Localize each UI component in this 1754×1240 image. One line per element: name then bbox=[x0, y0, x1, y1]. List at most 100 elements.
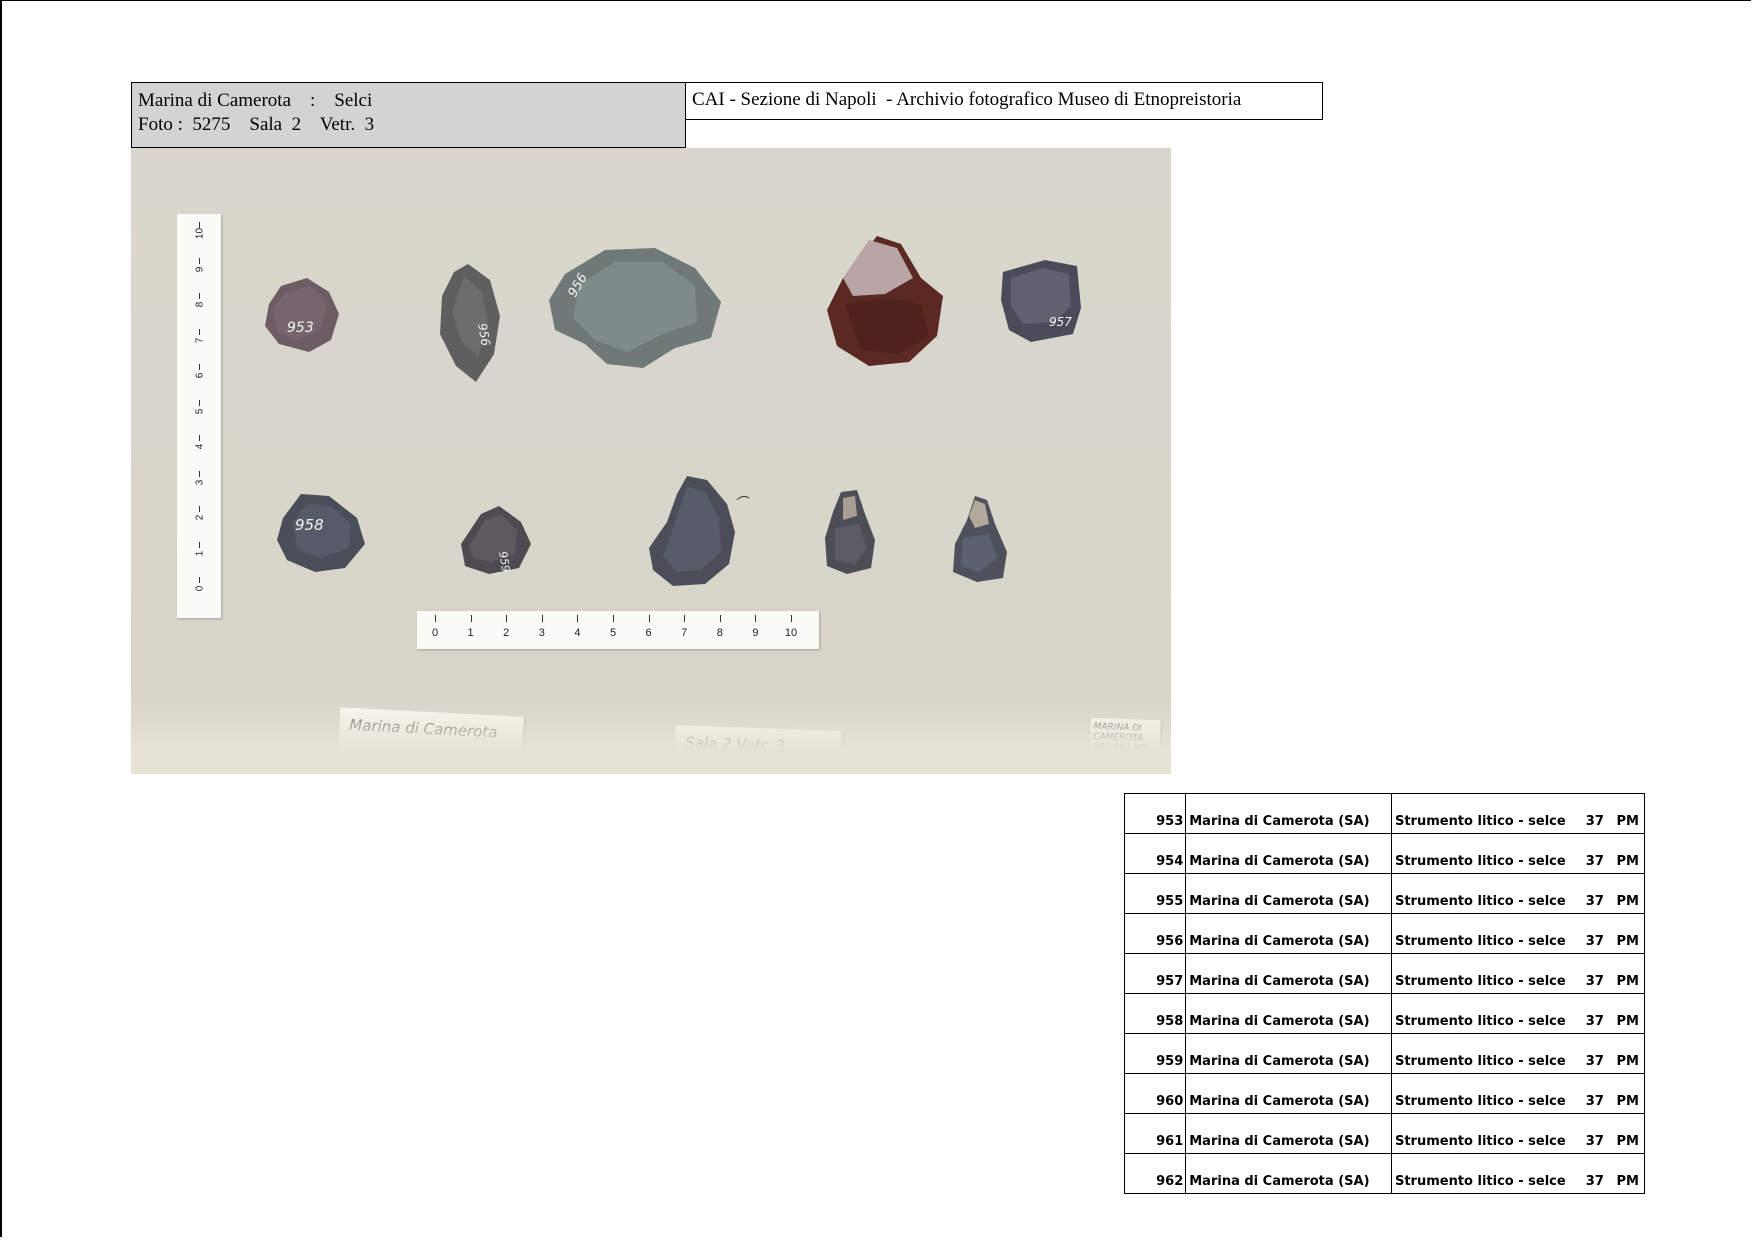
stone-959: 959 bbox=[461, 506, 531, 574]
inventory-number: 961 bbox=[1123, 1113, 1187, 1154]
ruler-tick bbox=[791, 615, 792, 622]
box-number: 37 bbox=[1575, 913, 1604, 954]
ruler-tick bbox=[613, 615, 614, 622]
ruler-tick bbox=[755, 615, 757, 622]
table-row: 958 Marina di Camerota (SA) Strumento liti… bbox=[1123, 993, 1645, 1034]
ruler-number: 8 bbox=[194, 301, 206, 308]
ruler-number: 2 bbox=[503, 627, 510, 639]
ruler-tick bbox=[719, 615, 721, 622]
inventory-table: 953 Marina di Camerota (SA) Strumento liti… bbox=[1123, 793, 1645, 1194]
ruler-tick bbox=[684, 615, 686, 622]
find-location: Marina di Camerota (SA) bbox=[1185, 1113, 1392, 1154]
find-location: Marina di Camerota (SA) bbox=[1185, 953, 1392, 994]
period-code: PM bbox=[1603, 793, 1645, 834]
inventory-number: 954 bbox=[1123, 833, 1187, 874]
period-code: PM bbox=[1603, 953, 1645, 994]
inventory-number: 962 bbox=[1123, 1153, 1187, 1194]
inventory-number: 959 bbox=[1123, 1033, 1187, 1074]
table-row: 961 Marina di Camerota (SA) Strumento liti… bbox=[1123, 1113, 1645, 1154]
stone-960 bbox=[649, 476, 750, 586]
ruler-number: 4 bbox=[194, 443, 206, 450]
ruler-number: 1 bbox=[467, 627, 474, 639]
object-type: Strumento litico - selce bbox=[1391, 993, 1576, 1034]
ruler-tick bbox=[506, 615, 508, 622]
archive-title: CAI - Sezione di Napoli - Archivio fotog… bbox=[685, 82, 1323, 120]
find-location: Marina di Camerota (SA) bbox=[1185, 1073, 1392, 1114]
find-location: Marina di Camerota (SA) bbox=[1185, 993, 1392, 1034]
period-code: PM bbox=[1603, 913, 1645, 954]
object-type: Strumento litico - selce bbox=[1391, 1033, 1576, 1074]
find-location: Marina di Camerota (SA) bbox=[1185, 1153, 1392, 1194]
find-location: Marina di Camerota (SA) bbox=[1185, 833, 1392, 874]
period-code: PM bbox=[1603, 873, 1645, 914]
ruler-number: 3 bbox=[194, 479, 206, 485]
find-location: Marina di Camerota (SA) bbox=[1185, 913, 1392, 954]
stone-label-957: 957 bbox=[1049, 315, 1072, 329]
ruler-number: 10 bbox=[194, 227, 206, 240]
ruler-number: 6 bbox=[194, 372, 206, 379]
ruler-number: 4 bbox=[574, 627, 581, 639]
label-card-inventory: MARINA DI CAMEROTA 953-962 MT bbox=[1089, 717, 1161, 771]
ruler-number: 0 bbox=[194, 585, 206, 592]
ruler-number: 9 bbox=[752, 627, 759, 639]
find-location: Marina di Camerota (SA) bbox=[1185, 793, 1392, 834]
object-type: Strumento litico - selce bbox=[1391, 1153, 1576, 1194]
catalog-header: Marina di Camerota : Selci Foto : 5275 S… bbox=[131, 82, 686, 148]
stone-962 bbox=[953, 496, 1007, 582]
stone-red bbox=[827, 236, 943, 366]
ruler-number: 10 bbox=[784, 627, 798, 639]
inventory-number: 956 bbox=[1123, 913, 1187, 954]
object-type: Strumento litico - selce bbox=[1391, 953, 1576, 994]
box-number: 37 bbox=[1575, 833, 1604, 874]
object-type: Strumento litico - selce bbox=[1391, 793, 1576, 834]
object-type: Strumento litico - selce bbox=[1391, 1073, 1576, 1114]
ruler-number: 9 bbox=[194, 266, 206, 272]
inventory-number: 960 bbox=[1123, 1073, 1187, 1114]
horizontal-scale-ruler: 0 1 2 3 4 5 6 7 8 9 10 bbox=[417, 611, 819, 649]
artifact-photo: 0 1 2 3 4 5 6 7 8 9 10 0 1 2 3 4 5 6 7 8 9 10 953 956 956 95… bbox=[131, 148, 1171, 774]
label-card-site: Marina di Camerota bbox=[337, 707, 525, 761]
table-row: 962 Marina di Camerota (SA) Strumento liti… bbox=[1123, 1153, 1645, 1194]
vertical-scale-ruler: 0 1 2 3 4 5 6 7 8 9 10 bbox=[177, 214, 221, 618]
box-number: 37 bbox=[1575, 1073, 1604, 1114]
stone-label-953: 953 bbox=[287, 320, 314, 336]
header-site-material: Marina di Camerota : Selci bbox=[138, 90, 373, 111]
box-number: 37 bbox=[1575, 1033, 1604, 1074]
period-code: PM bbox=[1603, 833, 1645, 874]
header-photo-location: Foto : 5275 Sala 2 Vetr. 3 bbox=[138, 114, 375, 135]
ruler-number: 5 bbox=[194, 408, 206, 414]
period-code: PM bbox=[1603, 1073, 1645, 1114]
ruler-number: 7 bbox=[681, 627, 688, 639]
table-row: 953 Marina di Camerota (SA) Strumento liti… bbox=[1123, 793, 1645, 834]
stone-956a: 956 bbox=[440, 264, 500, 382]
ruler-tick bbox=[648, 615, 650, 622]
period-code: PM bbox=[1603, 1153, 1645, 1194]
label-card-room: Sala 2 Vetr. 3 bbox=[674, 725, 842, 769]
box-number: 37 bbox=[1575, 993, 1604, 1034]
ruler-number: 5 bbox=[609, 627, 617, 639]
box-number: 37 bbox=[1575, 1113, 1604, 1154]
ruler-number: 2 bbox=[194, 514, 206, 521]
period-code: PM bbox=[1603, 1113, 1645, 1154]
inventory-number: 953 bbox=[1123, 793, 1187, 834]
stone-958: 958 bbox=[277, 494, 365, 572]
ruler-tick bbox=[577, 615, 579, 622]
ruler-number: 8 bbox=[716, 627, 723, 639]
ruler-number: 7 bbox=[194, 337, 206, 343]
table-row: 959 Marina di Camerota (SA) Strumento liti… bbox=[1123, 1033, 1645, 1074]
stone-961 bbox=[825, 490, 875, 574]
find-location: Marina di Camerota (SA) bbox=[1185, 873, 1392, 914]
inventory-number: 958 bbox=[1123, 993, 1187, 1034]
inventory-number: 955 bbox=[1123, 873, 1187, 914]
ruler-number: 1 bbox=[194, 550, 206, 556]
table-row: 954 Marina di Camerota (SA) Strumento liti… bbox=[1123, 833, 1645, 874]
ruler-tick bbox=[541, 615, 543, 622]
stone-label-958: 958 bbox=[295, 516, 324, 534]
table-row: 955 Marina di Camerota (SA) Strumento liti… bbox=[1123, 873, 1645, 914]
object-type: Strumento litico - selce bbox=[1391, 913, 1576, 954]
box-number: 37 bbox=[1575, 1153, 1604, 1194]
table-row: 956 Marina di Camerota (SA) Strumento liti… bbox=[1123, 913, 1645, 954]
object-type: Strumento litico - selce bbox=[1391, 1113, 1576, 1154]
table-row: 960 Marina di Camerota (SA) Strumento liti… bbox=[1123, 1073, 1645, 1114]
ruler-number: 6 bbox=[645, 627, 652, 639]
